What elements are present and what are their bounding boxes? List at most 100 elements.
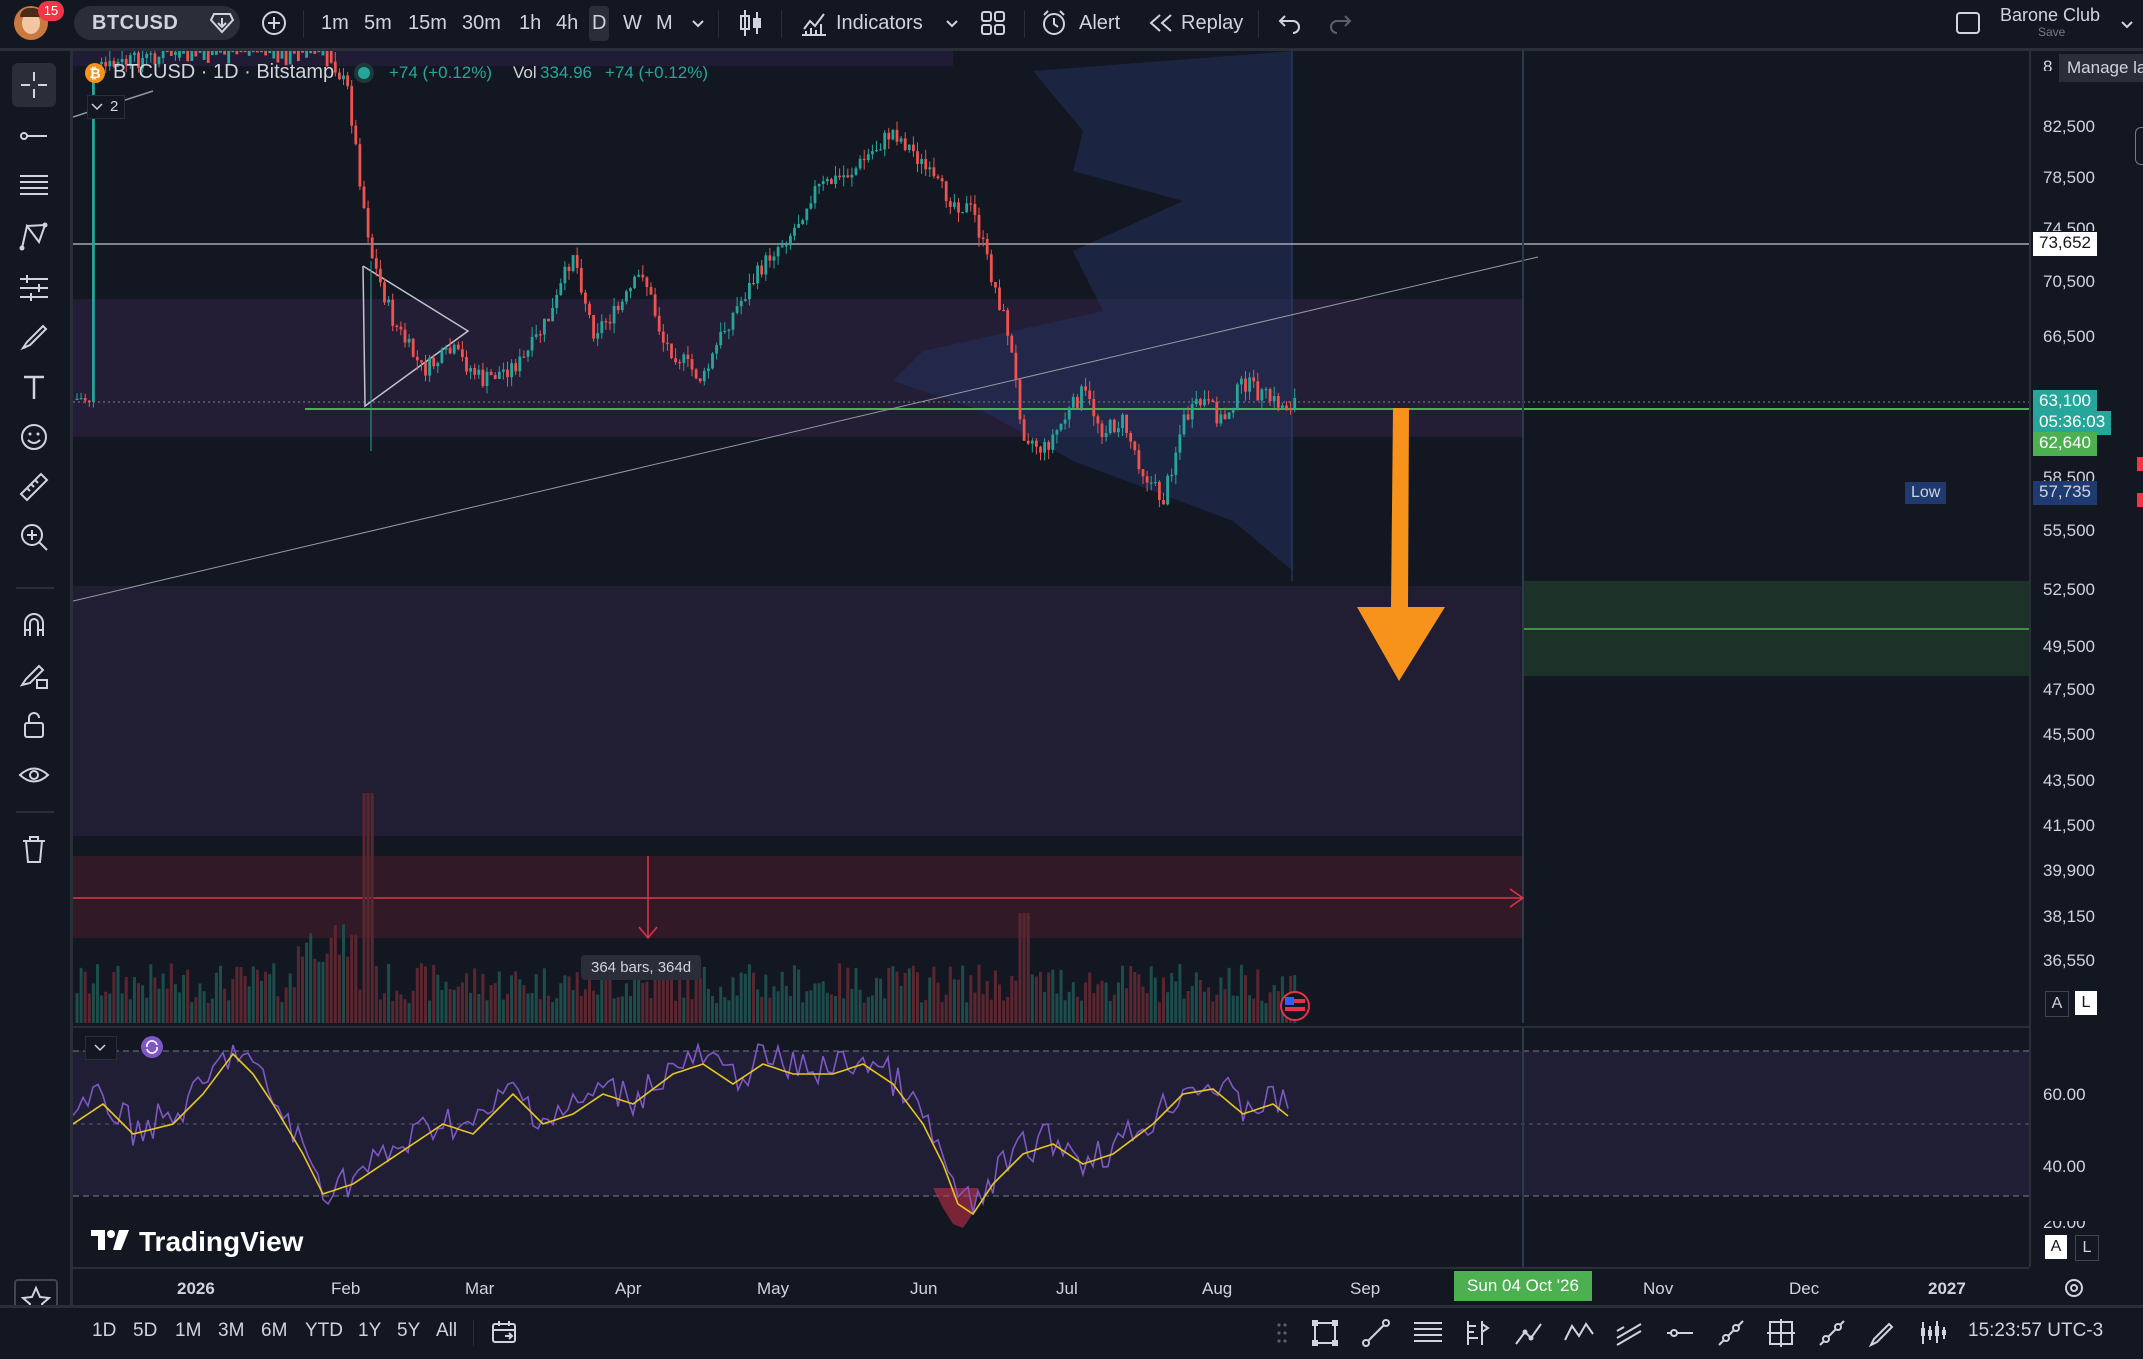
indicators-chevron-down-icon[interactable]	[945, 16, 959, 34]
range-5y[interactable]: 5Y	[397, 1320, 420, 1342]
templates-grid-icon[interactable]	[980, 10, 1006, 41]
candle-body	[907, 144, 911, 151]
candle-body	[104, 62, 108, 67]
indicators-button[interactable]: Indicators	[836, 0, 923, 46]
price-tick: 43,500	[2043, 771, 2095, 790]
price-chart-canvas[interactable]	[73, 51, 2029, 1023]
ruler-measure-icon[interactable]	[14, 467, 54, 507]
drawing-lock-pencil-icon[interactable]	[14, 655, 54, 695]
layout-name[interactable]: Barone Club	[2000, 5, 2100, 26]
rectangle-tool-icon[interactable]	[1310, 1318, 1340, 1353]
timeframe-w[interactable]: W	[623, 0, 642, 46]
candle-body	[108, 60, 112, 67]
rsi-collapse-button[interactable]	[85, 1036, 117, 1060]
range-6m[interactable]: 6M	[261, 1320, 287, 1342]
eye-visibility-icon[interactable]	[14, 755, 54, 795]
candle-body	[846, 175, 850, 178]
pattern-xabcd-icon[interactable]	[14, 217, 54, 257]
timeframe-1h[interactable]: 1h	[519, 0, 541, 46]
range-1m[interactable]: 1M	[175, 1320, 201, 1342]
crosshair-measure-tool-icon[interactable]	[1766, 1318, 1796, 1353]
rsi-settings-icon[interactable]	[141, 1036, 163, 1058]
volume-bar	[1006, 996, 1010, 1023]
timeframe-m[interactable]: M	[656, 0, 673, 46]
rsi-log-scale-button[interactable]: L	[2075, 1235, 2099, 1261]
projection-tools-icon[interactable]	[14, 268, 54, 308]
magnet-icon[interactable]	[14, 605, 54, 645]
volume-bar	[1227, 967, 1231, 1023]
price-auto-scale-button[interactable]: A	[2045, 991, 2069, 1017]
timeframe-4h[interactable]: 4h	[556, 0, 578, 46]
timeframe-chevron-down-icon[interactable]	[691, 16, 705, 34]
rsi-auto-scale-button[interactable]: A	[2045, 1235, 2067, 1259]
polyline-tool-icon[interactable]	[1563, 1318, 1595, 1353]
trend-line-icon[interactable]	[14, 116, 54, 156]
rsi-indicator-pane[interactable]: TradingView	[73, 1026, 2029, 1269]
lock-icon[interactable]	[14, 705, 54, 745]
candle-body	[641, 274, 645, 278]
text-tool-icon[interactable]	[14, 367, 54, 407]
zoom-in-icon[interactable]	[14, 517, 54, 557]
symbol-diamond-icon[interactable]	[209, 12, 235, 39]
ray-tool-icon[interactable]	[1716, 1318, 1746, 1353]
timeframe-15m[interactable]: 15m	[408, 0, 447, 46]
price-tick: 74,500	[2043, 219, 2095, 231]
candle-body	[633, 276, 636, 289]
candle-body	[1030, 440, 1034, 444]
layout-square-icon[interactable]	[1955, 11, 1981, 40]
timeframe-30m[interactable]: 30m	[462, 0, 501, 46]
undo-icon[interactable]	[1277, 12, 1303, 39]
right-panel-handle[interactable]	[2135, 127, 2143, 165]
fib-tool-icon[interactable]	[1412, 1318, 1444, 1353]
drag-handle-icon[interactable]	[1276, 1322, 1288, 1349]
clock[interactable]: 15:23:57 UTC-3	[1968, 1320, 2103, 1342]
redo-icon[interactable]	[1327, 12, 1353, 39]
timeframe-1m[interactable]: 1m	[321, 0, 349, 46]
crosshair-icon[interactable]	[12, 63, 56, 107]
alert-marker-red-2	[2137, 493, 2143, 507]
horizontal-line-tool-icon[interactable]	[1665, 1318, 1695, 1353]
candle-body	[260, 51, 263, 53]
extended-line-tool-icon[interactable]	[1817, 1318, 1847, 1353]
range-1y[interactable]: 1Y	[358, 1320, 381, 1342]
trash-icon[interactable]	[14, 829, 54, 869]
replay-rewind-icon[interactable]	[1148, 12, 1174, 39]
date-range-calendar-icon[interactable]	[490, 1319, 518, 1350]
indicators-icon[interactable]	[800, 9, 828, 42]
range-1d[interactable]: 1D	[92, 1320, 116, 1342]
layout-save-hint[interactable]: Save	[2038, 25, 2065, 39]
legend-collapse-button[interactable]: 2	[87, 95, 125, 119]
compare-add-icon[interactable]	[261, 10, 287, 41]
long-position-tool-icon[interactable]	[1462, 1318, 1492, 1353]
fib-retracement-icon[interactable]	[14, 166, 54, 206]
parallel-channel-tool-icon[interactable]	[1614, 1318, 1644, 1353]
alert-button[interactable]: Alert	[1079, 0, 1120, 46]
range-5d[interactable]: 5D	[133, 1320, 157, 1342]
legend-title[interactable]: BTCUSD · 1D · Bitstamp	[113, 61, 334, 84]
volume-bar	[879, 978, 883, 1023]
time-axis-settings-icon[interactable]	[2063, 1277, 2085, 1304]
path-tool-icon[interactable]	[1513, 1318, 1543, 1353]
timeframe-d[interactable]: D	[589, 6, 610, 41]
range-ytd[interactable]: YTD	[305, 1320, 343, 1342]
price-chart-pane[interactable]: ₿ BTCUSD · 1D · Bitstamp +74 (+0.12%) Vo…	[73, 51, 2029, 1023]
range-all[interactable]: All	[436, 1320, 457, 1342]
range-3m[interactable]: 3M	[218, 1320, 244, 1342]
alert-clock-icon[interactable]	[1041, 9, 1069, 42]
price-log-scale-button[interactable]: L	[2075, 991, 2097, 1015]
trend-line-tool-icon[interactable]	[1361, 1318, 1391, 1353]
replay-button[interactable]: Replay	[1181, 0, 1243, 46]
volume-bar	[231, 978, 235, 1023]
volume-bar	[1075, 996, 1079, 1023]
price-axis[interactable]: 8 82,500 78,500 74,500 70,500 66,500 58,500 55,…	[1905, 51, 2143, 1267]
bars-pattern-tool-icon[interactable]	[1918, 1318, 1948, 1353]
time-axis[interactable]: 2026 Feb Mar Apr May Jun Jul Aug Sep Sun…	[73, 1267, 2083, 1307]
layout-chevron-down-icon[interactable]	[2120, 17, 2134, 35]
volume-bar	[481, 973, 485, 1023]
emoji-icon[interactable]	[14, 417, 54, 457]
brush-tool-icon[interactable]	[1867, 1318, 1897, 1353]
candles-chart-type-icon[interactable]	[737, 8, 765, 43]
brush-icon[interactable]	[14, 317, 54, 357]
timeframe-5m[interactable]: 5m	[364, 0, 392, 46]
symbol-name[interactable]: BTCUSD	[92, 6, 178, 40]
